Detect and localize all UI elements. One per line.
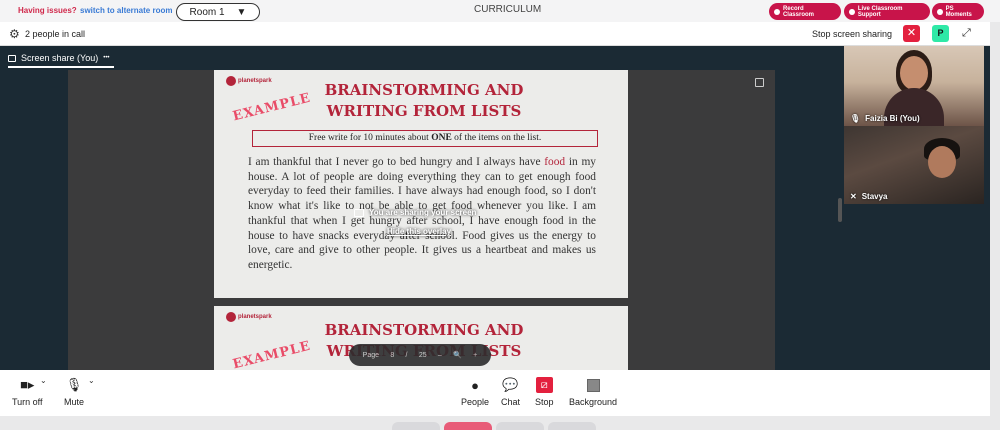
participant-name: ✕ Stavya: [850, 192, 888, 201]
room-label: Room 1: [189, 6, 225, 18]
stop-button[interactable]: ⧄ Stop: [535, 377, 554, 407]
document-page: planetspark EXAMPLE BRAINSTORMING AND WR…: [214, 70, 628, 298]
screen-share-stage: Screen share (You) ••• planetspark EXAMP…: [0, 46, 990, 373]
video-face: [928, 146, 956, 178]
zoom-out-button[interactable]: –: [438, 352, 442, 359]
participant-name: 🎙 Faizia Bi (You): [850, 114, 920, 123]
record-icon: [774, 8, 780, 15]
expand-icon[interactable]: ⤢: [962, 27, 971, 40]
chat-button[interactable]: 💬 Chat: [501, 377, 520, 407]
sharing-overlay: You are sharing your screen: [354, 208, 476, 217]
video-face: [900, 56, 928, 90]
zoom-icon: 🔍: [453, 352, 462, 359]
title-line-1: BRAINSTORMING AND: [324, 81, 524, 99]
curriculum-title: CURRICULUM: [474, 4, 542, 15]
mute-button[interactable]: 🎙 Mute: [64, 377, 84, 407]
issues-label: Having issues?: [18, 6, 77, 15]
screen-icon: [354, 208, 364, 217]
page-total: 25: [418, 351, 427, 359]
title2-line-1: BRAINSTORMING AND: [324, 321, 524, 339]
overlay-text: You are sharing your screen: [369, 208, 477, 217]
page-number-input[interactable]: 8: [390, 352, 394, 359]
ps-moments-button[interactable]: PS Moments: [932, 3, 984, 20]
participant-tile-self[interactable]: 🎙 Faizia Bi (You): [844, 46, 984, 126]
chat-label: Chat: [501, 397, 521, 407]
live-support-label: Live Classroom Support: [857, 5, 903, 18]
participant-name-text: Stavya: [861, 192, 888, 201]
underlay-tab-active: [444, 422, 492, 430]
mic-off-icon: ✕: [850, 192, 857, 201]
camera-button[interactable]: ■▸ Turn off: [12, 377, 43, 407]
bottom-toolbar: ■▸ Turn off ⌄ 🎙 Mute ⌄ ● People 💬 Chat ⧄…: [0, 370, 990, 416]
p-badge-button[interactable]: P: [932, 25, 949, 42]
people-icon: ●: [471, 377, 479, 393]
camera-label: Turn off: [12, 397, 43, 407]
participant-tile-other[interactable]: ✕ Stavya: [844, 126, 984, 204]
page-label: Page: [362, 351, 380, 359]
brand-name-2: planetspark: [238, 314, 272, 320]
zoom-in-button[interactable]: +: [473, 352, 477, 359]
people-count: 2 people in call: [25, 29, 86, 39]
switch-room-link[interactable]: switch to alternate room: [80, 6, 172, 15]
call-header: ⚙ 2 people in call Stop screen sharing ✕…: [0, 22, 990, 46]
hide-overlay-link[interactable]: Hide this overlay: [387, 227, 451, 236]
pdf-controls: Page 8 / 25 – 🔍 +: [349, 344, 491, 366]
brand-logo: planetspark: [226, 76, 272, 86]
prompt-box: Free write for 10 minutes about ONE of t…: [252, 130, 598, 147]
stop-label: Stop: [535, 397, 554, 407]
prompt-post: of the items on the list.: [451, 133, 542, 143]
underlay-tab: [496, 422, 544, 430]
chevron-down-icon[interactable]: ⌄: [40, 376, 47, 385]
brand-name: planetspark: [238, 78, 272, 84]
scrollbar[interactable]: [838, 198, 842, 222]
ps-moments-label: PS Moments: [945, 5, 972, 18]
support-icon: [849, 8, 855, 15]
page-separator: /: [405, 351, 408, 359]
participant-name-text: Faizia Bi (You): [865, 114, 920, 123]
live-support-button[interactable]: Live Classroom Support: [844, 3, 930, 20]
title-line-2: WRITING FROM LISTS: [326, 102, 522, 120]
mic-icon: 🎙: [65, 377, 83, 392]
prompt-pre: Free write for 10 minutes about: [308, 133, 432, 143]
record-classroom-label: Record Classroom: [782, 5, 814, 18]
planet-logo-icon: [226, 312, 236, 322]
underlay-tab: [392, 422, 440, 430]
top-bar: Having issues? switch to alternate room …: [0, 0, 1000, 22]
gear-icon[interactable]: ⚙: [9, 27, 20, 41]
mute-label: Mute: [64, 397, 85, 407]
tab-screen-share[interactable]: Screen share (You) •••: [8, 50, 110, 66]
essay-highlight: food: [544, 156, 566, 168]
moments-icon: [937, 8, 943, 15]
people-label: People: [461, 397, 490, 407]
planet-logo-icon: [226, 76, 236, 86]
pdf-viewer: planetspark EXAMPLE BRAINSTORMING AND WR…: [68, 70, 842, 373]
camera-icon: ■▸: [20, 377, 35, 392]
stop-share-icon: ⧄: [535, 377, 553, 393]
people-button[interactable]: ● People: [461, 377, 490, 408]
background-icon: [586, 377, 600, 393]
brand-logo-2: planetspark: [226, 312, 272, 322]
stop-sharing-button[interactable]: ✕: [903, 25, 920, 42]
document-title: BRAINSTORMING AND WRITING FROM LISTS: [324, 80, 524, 122]
background-label: Background: [569, 397, 618, 407]
background-button[interactable]: Background: [569, 377, 617, 407]
example-stamp: EXAMPLE: [231, 90, 313, 125]
screen-share-icon: [8, 54, 16, 62]
chat-icon: 💬: [502, 377, 519, 392]
example-stamp-2: EXAMPLE: [231, 338, 313, 373]
mic-icon: 🎙: [850, 114, 861, 123]
essay-start: I am thankful that I never go to bed hun…: [248, 156, 545, 168]
more-icon[interactable]: •••: [103, 55, 109, 61]
external-link-icon[interactable]: [755, 78, 764, 87]
room-selector[interactable]: Room 1 ▼: [176, 3, 260, 21]
tab-label: Screen share (You): [21, 53, 99, 63]
chevron-down-icon[interactable]: ⌄: [88, 376, 95, 385]
tab-underline: [8, 66, 114, 68]
caret-down-icon: ▼: [236, 6, 247, 18]
underlay-tab: [548, 422, 596, 430]
prompt-bold: ONE: [431, 133, 452, 143]
record-classroom-button[interactable]: Record Classroom: [769, 3, 841, 20]
stop-sharing-label[interactable]: Stop screen sharing: [812, 29, 892, 39]
